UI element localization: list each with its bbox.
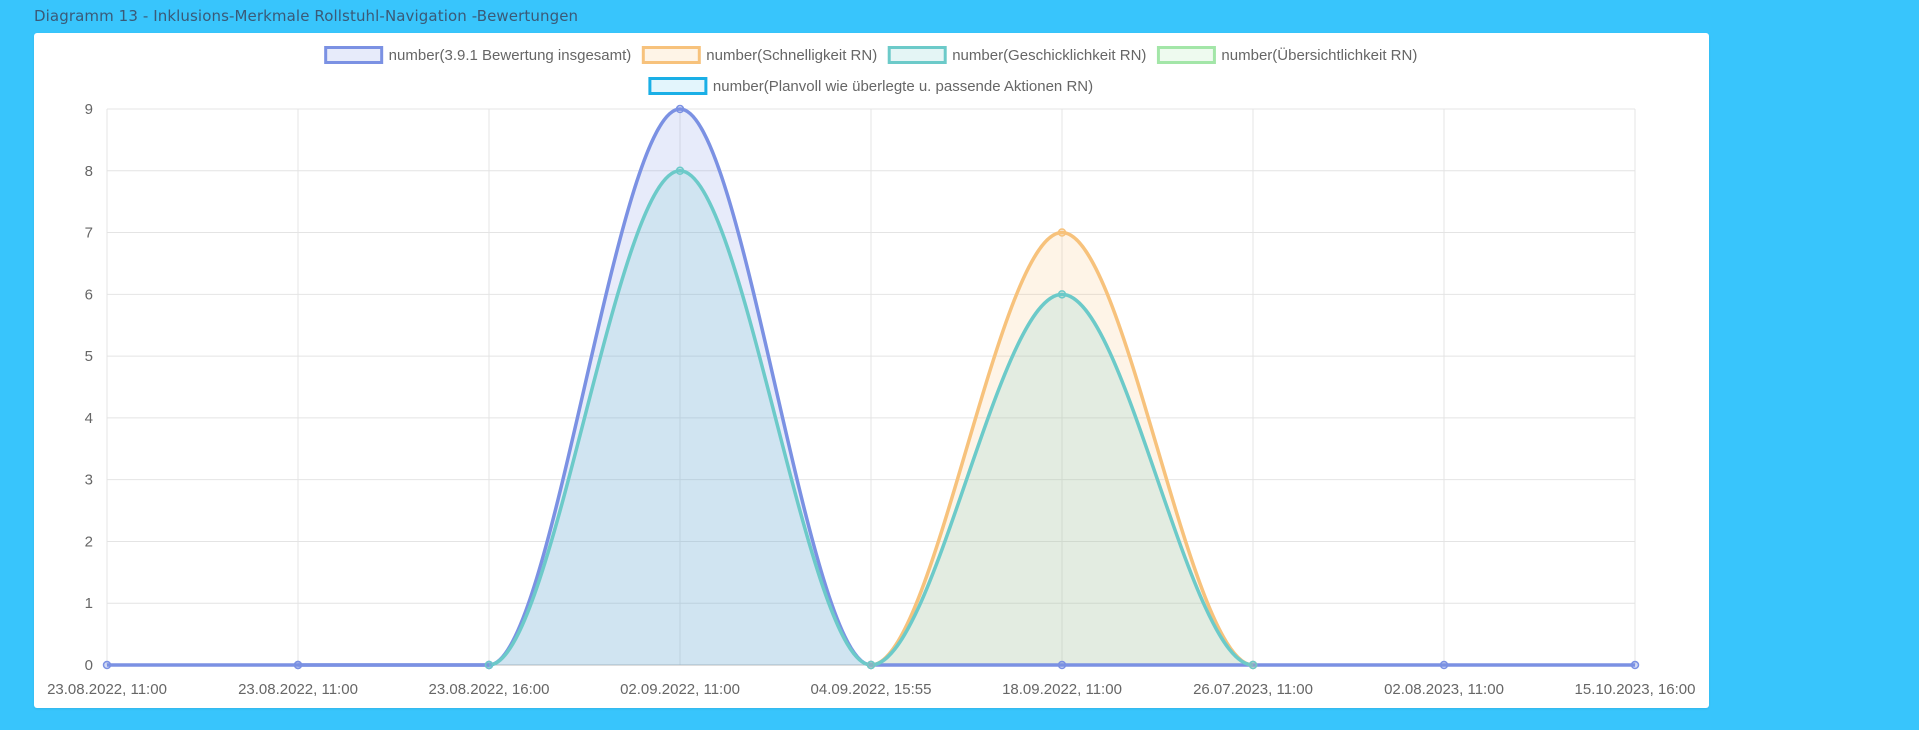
x-tick-label: 23.08.2022, 16:00 xyxy=(429,681,550,698)
legend-item[interactable]: number(Planvoll wie überlegte u. passend… xyxy=(648,77,1093,95)
series-point[interactable] xyxy=(866,660,876,670)
legend-item[interactable]: number(3.9.1 Bewertung insgesamt) xyxy=(324,46,632,64)
legend-item[interactable]: number(Schnelligkeit RN) xyxy=(641,46,877,64)
y-tick-label: 9 xyxy=(85,101,93,118)
y-axis: 0 1 2 3 4 5 6 7 8 9 xyxy=(85,101,93,674)
x-tick-label: 18.09.2022, 11:00 xyxy=(1002,681,1122,698)
legend-label: number(Übersichtlichkeit RN) xyxy=(1221,46,1417,64)
baseline-point[interactable] xyxy=(1630,660,1640,670)
legend-swatch xyxy=(648,77,708,95)
legend-swatch xyxy=(641,46,701,64)
page-title: Diagramm 13 - Inklusions-Merkmale Rollst… xyxy=(34,7,579,25)
y-tick-label: 6 xyxy=(85,286,93,303)
legend-swatch xyxy=(324,46,384,64)
area-chart: number(3.9.1 Bewertung insgesamt) number(… xyxy=(47,46,1695,698)
x-tick-label: 23.08.2022, 11:00 xyxy=(238,681,358,698)
series-point[interactable] xyxy=(1248,660,1258,670)
series-point[interactable] xyxy=(484,660,494,670)
x-tick-label: 04.09.2022, 15:55 xyxy=(811,681,932,698)
legend-item[interactable]: number(Geschicklichkeit RN) xyxy=(887,46,1146,64)
legend-label: number(3.9.1 Bewertung insgesamt) xyxy=(389,47,632,64)
legend-label: number(Planvoll wie überlegte u. passend… xyxy=(713,78,1093,95)
x-tick-label: 02.09.2022, 11:00 xyxy=(620,681,740,698)
x-tick-label: 23.08.2022, 11:00 xyxy=(47,681,167,698)
baseline-point[interactable] xyxy=(1057,660,1067,670)
y-tick-label: 7 xyxy=(85,225,93,242)
chart-grid xyxy=(106,108,1636,666)
baseline-point[interactable] xyxy=(1439,660,1449,670)
baseline-point[interactable] xyxy=(102,660,112,670)
y-tick-label: 3 xyxy=(85,472,93,489)
y-tick-label: 8 xyxy=(85,163,93,180)
x-tick-label: 02.08.2023, 11:00 xyxy=(1384,681,1504,698)
x-axis: 23.08.2022, 11:00 23.08.2022, 11:00 23.08.… xyxy=(47,681,1695,698)
legend-label: number(Schnelligkeit RN) xyxy=(706,47,877,64)
legend-label: number(Geschicklichkeit RN) xyxy=(952,47,1146,64)
legend-swatch xyxy=(887,46,947,64)
series-point[interactable] xyxy=(675,104,685,114)
y-tick-label: 5 xyxy=(85,348,93,365)
legend-swatch xyxy=(1156,46,1216,64)
x-tick-label: 26.07.2023, 11:00 xyxy=(1193,681,1313,698)
series-point[interactable] xyxy=(1057,228,1067,237)
series-point[interactable] xyxy=(1057,290,1067,299)
y-tick-label: 2 xyxy=(85,533,93,550)
x-tick-label: 15.10.2023, 16:00 xyxy=(1575,681,1696,698)
y-tick-label: 1 xyxy=(85,595,93,612)
series-point[interactable] xyxy=(293,660,303,670)
chart-card: number(3.9.1 Bewertung insgesamt) number(… xyxy=(34,33,1709,708)
series-point[interactable] xyxy=(675,166,685,176)
y-tick-label: 0 xyxy=(85,657,93,674)
chart-legend[interactable]: number(3.9.1 Bewertung insgesamt) number(… xyxy=(324,46,1418,95)
legend-item[interactable]: number(Übersichtlichkeit RN) xyxy=(1156,46,1417,64)
y-tick-label: 4 xyxy=(85,410,93,427)
